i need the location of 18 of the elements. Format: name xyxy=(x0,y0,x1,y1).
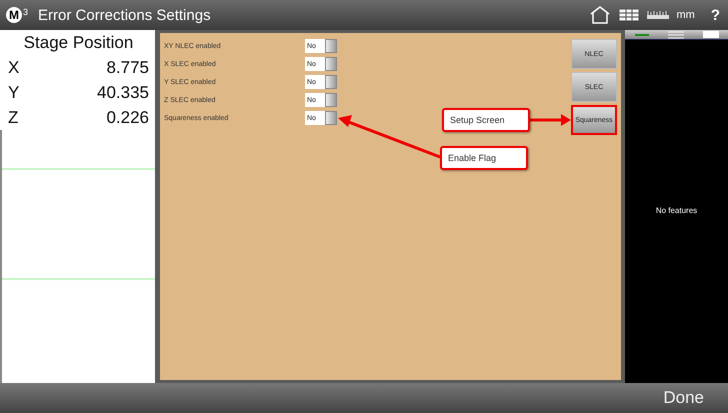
axis-label: X xyxy=(8,58,20,78)
home-icon[interactable] xyxy=(588,5,610,25)
axis-value: 0.226 xyxy=(106,108,149,128)
callout-label: Enable Flag xyxy=(440,146,528,170)
help-button[interactable]: ? xyxy=(710,6,720,24)
list-icon[interactable] xyxy=(668,30,684,38)
ruler-icon[interactable] xyxy=(646,10,668,20)
empty-message: No features xyxy=(654,206,698,215)
callout-label: Setup Screen xyxy=(442,108,530,132)
grid-icon[interactable] xyxy=(618,9,638,21)
panel-title: Stage Position xyxy=(22,32,134,54)
axis-label: Y xyxy=(8,82,20,102)
units-label[interactable]: mm xyxy=(676,9,695,21)
axis-value: 40.335 xyxy=(97,82,149,102)
axis-label: Z xyxy=(8,108,18,128)
axis-value: 8.775 xyxy=(106,58,149,78)
window-title: Error Corrections Settings xyxy=(38,6,211,24)
done-button[interactable]: Done xyxy=(655,388,728,408)
